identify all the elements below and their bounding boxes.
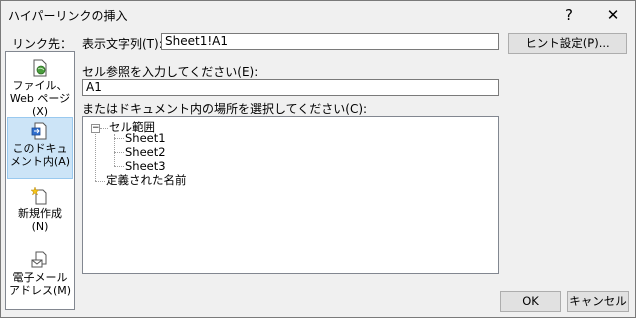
tree-connector	[114, 166, 124, 167]
sidebar-item-label: このドキュ メント内(A)	[9, 142, 71, 168]
tree-connector	[95, 181, 105, 182]
tree-connector	[95, 134, 96, 181]
new-document-icon	[30, 186, 49, 205]
cell-reference-label: セル参照を入力してください(E):	[82, 65, 259, 79]
sidebar-item-create-new-document[interactable]: 新規作成 (N)	[7, 183, 73, 243]
tree-node-sheet[interactable]: Sheet1	[125, 132, 166, 145]
text-to-display-input[interactable]: Sheet1!A1	[161, 33, 499, 50]
place-in-document-label: またはドキュメント内の場所を選択してください(C):	[82, 102, 368, 116]
web-page-icon	[31, 59, 49, 77]
place-in-document-tree[interactable]: − セル範囲 Sheet1 Sheet2 Sheet3 定義された名前	[82, 116, 499, 274]
tree-connector	[100, 128, 108, 129]
tree-node-sheet[interactable]: Sheet3	[125, 160, 166, 173]
help-button[interactable]: ?	[547, 2, 591, 28]
cell-reference-input[interactable]: A1	[82, 79, 499, 96]
insert-hyperlink-dialog: ハイパーリンクの挿入 ? ✕ リンク先： ファイル、 Web ページ (X) こ…	[0, 0, 636, 318]
link-to-label: リンク先：	[12, 37, 73, 51]
sidebar-item-label: 新規作成 (N)	[18, 207, 62, 233]
dialog-title: ハイパーリンクの挿入	[8, 9, 128, 23]
sidebar-item-label: ファイル、 Web ページ (X)	[9, 79, 71, 118]
tree-node-sheet[interactable]: Sheet2	[125, 146, 166, 159]
text-to-display-label: 表示文字列(T):	[82, 37, 163, 51]
collapse-toggle-icon[interactable]: −	[91, 124, 100, 133]
sidebar-item-existing-file-web-page[interactable]: ファイル、 Web ページ (X)	[7, 55, 73, 118]
close-button[interactable]: ✕	[591, 2, 635, 28]
cancel-button[interactable]: キャンセル	[567, 291, 629, 312]
tree-connector	[114, 152, 124, 153]
screentip-button[interactable]: ヒント設定(P)...	[508, 33, 627, 54]
sidebar-item-label: 電子メール アドレス(M)	[8, 271, 72, 297]
title-bar: ハイパーリンクの挿入 ? ✕	[1, 1, 635, 29]
tree-node-defined-names[interactable]: 定義された名前	[106, 174, 187, 187]
sidebar-item-email-address[interactable]: 電子メール アドレス(M)	[7, 247, 73, 307]
sidebar-item-place-in-document[interactable]: このドキュ メント内(A)	[7, 117, 73, 179]
link-to-sidebar: ファイル、 Web ページ (X) このドキュ メント内(A) 新規作成 (N)	[5, 51, 75, 310]
tree-connector	[114, 138, 124, 139]
ok-button[interactable]: OK	[500, 291, 561, 312]
email-address-icon	[31, 251, 49, 269]
document-place-icon	[31, 122, 49, 140]
